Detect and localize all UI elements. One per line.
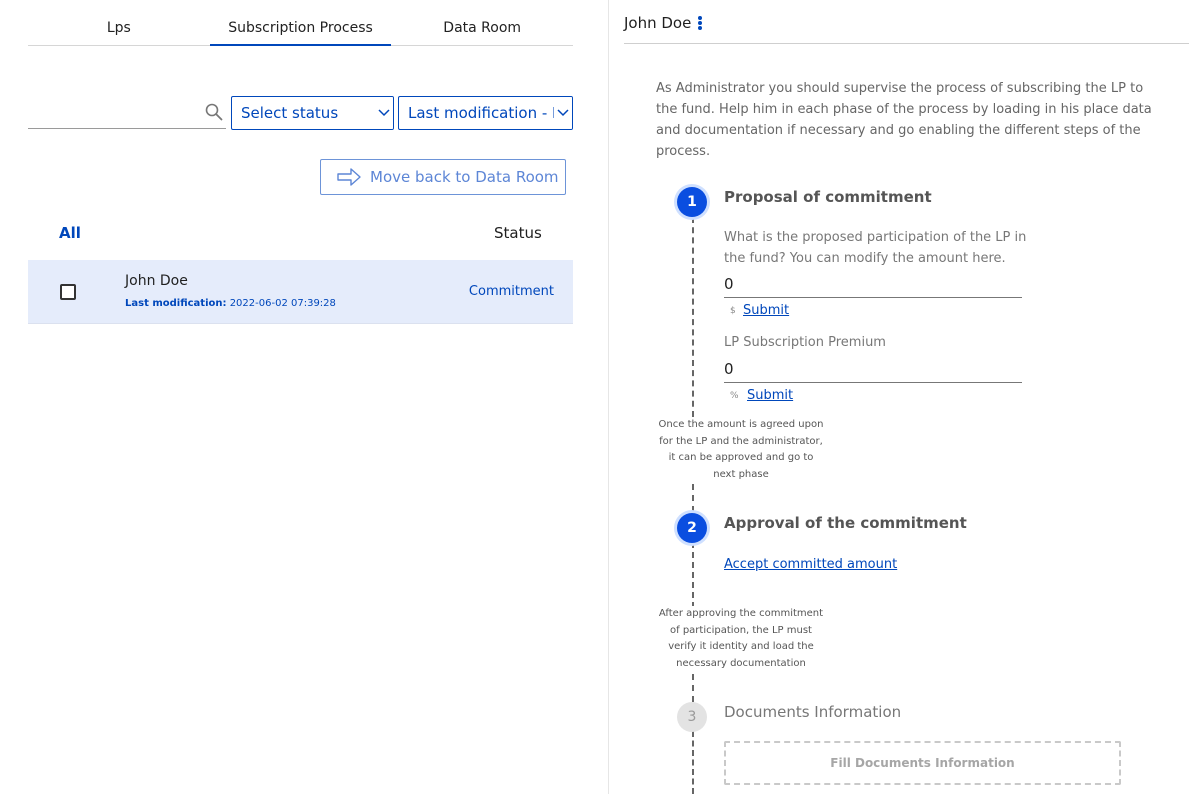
accept-committed-amount-link[interactable]: Accept committed amount [724,557,897,572]
timeline-connector [692,542,694,608]
step-2-note: After approving the commitment of partic… [656,606,826,672]
search-input[interactable] [28,98,226,129]
premium-input[interactable]: 0 [724,357,1022,383]
status-select-value: Select status [241,104,339,122]
tab-lps[interactable]: Lps [28,10,210,45]
detail-header: John Doe [624,14,703,32]
step-1-note: Once the amount is agreed upon for the L… [656,417,826,483]
fill-documents-information-button: Fill Documents Information [724,741,1121,785]
dollar-unit: $ [730,306,736,316]
chevron-down-icon [554,97,572,129]
percent-unit: % [730,391,739,401]
lp-name: John Doe [125,273,188,289]
last-modification-value: 2022-06-02 07:39:28 [229,298,336,309]
tab-bar: Lps Subscription Process Data Room [28,10,573,46]
last-modification-text: Last modification: 2022-06-02 07:39:28 [125,298,336,309]
step-3-indicator: 3 [677,702,707,732]
header-divider [624,43,1189,44]
step-2-indicator: 2 [677,513,707,543]
move-back-label: Move back to Data Room [370,168,559,186]
last-modification-select[interactable]: Last modification - D [398,96,573,130]
select-all-link[interactable]: All [59,224,81,242]
timeline-connector [692,674,694,702]
tab-data-room[interactable]: Data Room [391,10,573,45]
status-select[interactable]: Select status [231,96,394,130]
step-1-indicator: 1 [677,187,707,217]
intro-text: As Administrator you should supervise th… [656,81,1152,159]
timeline-connector [692,484,694,512]
left-panel: Lps Subscription Process Data Room Selec… [0,0,609,794]
last-modification-select-value: Last modification - D [408,104,564,122]
tab-subscription-process[interactable]: Subscription Process [209,10,392,46]
timeline-connector [692,731,694,794]
step-2-title: Approval of the commitment [724,514,967,532]
table-row[interactable]: John Doe Last modification: 2022-06-02 0… [28,260,573,324]
submit-amount-link[interactable]: Submit [743,303,789,318]
row-checkbox[interactable] [60,284,76,300]
step-3-title: Documents Information [724,703,902,721]
premium-label: LP Subscription Premium [724,335,886,350]
submit-premium-link[interactable]: Submit [747,388,793,403]
kebab-menu-icon[interactable] [698,16,703,30]
search-icon[interactable] [205,103,223,121]
row-status: Commitment [468,284,554,299]
timeline-connector [692,217,694,417]
status-column-header: Status [494,224,542,242]
arrow-right-icon [336,167,362,187]
detail-title: John Doe [624,14,692,32]
commitment-question: What is the proposed participation of th… [724,230,1027,266]
last-modification-label: Last modification: [125,298,227,309]
chevron-down-icon [375,97,393,129]
commitment-amount-input[interactable]: 0 [724,272,1022,298]
step-1-title: Proposal of commitment [724,188,932,206]
move-back-to-data-room-button[interactable]: Move back to Data Room [320,159,566,195]
